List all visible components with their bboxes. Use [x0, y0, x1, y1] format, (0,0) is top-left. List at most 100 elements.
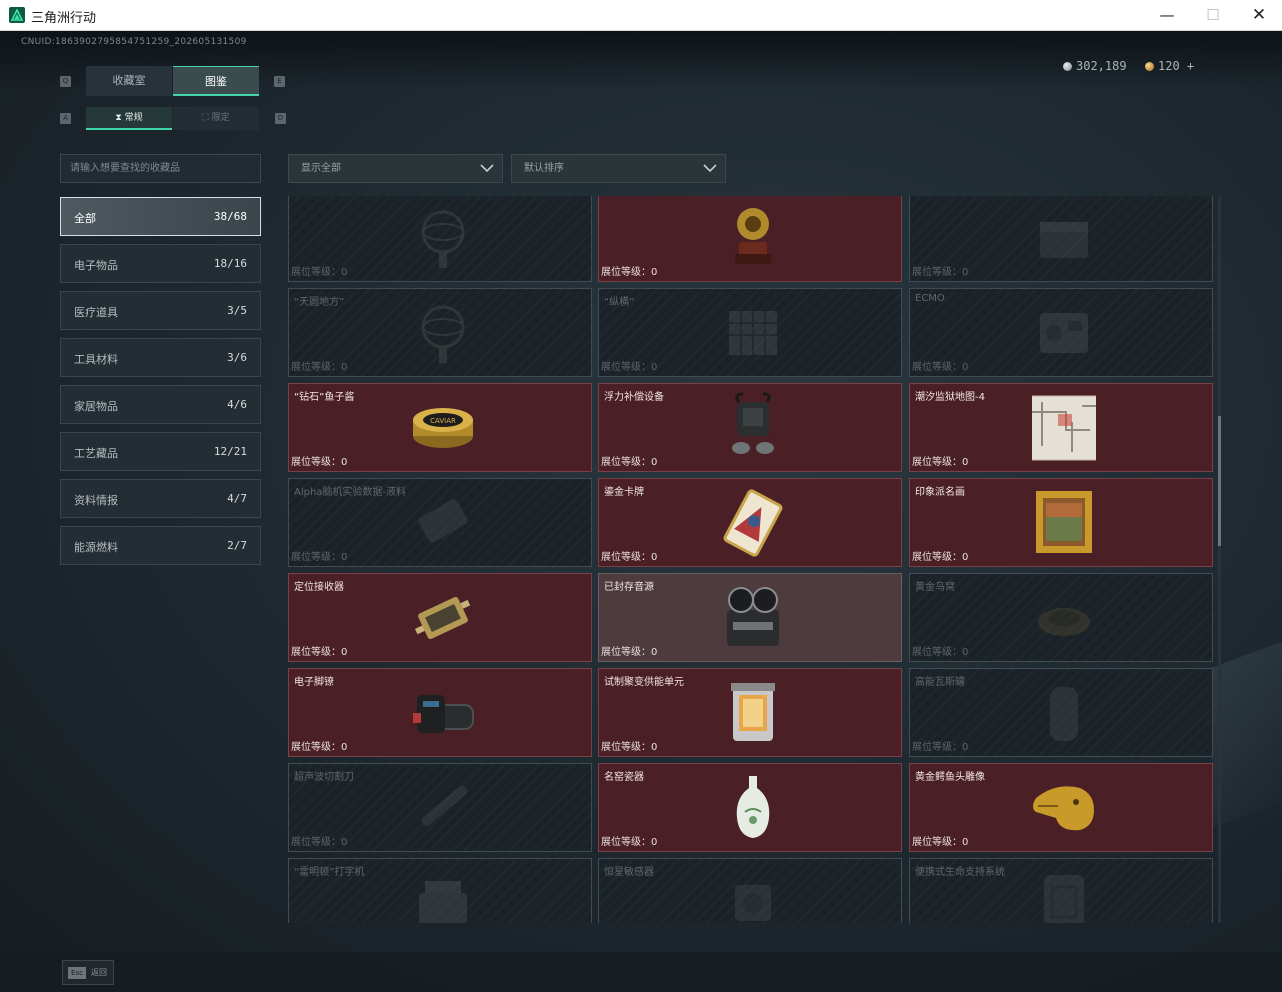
app-logo-icon: [9, 7, 25, 23]
collection-grid: 展位等级：0 展位等级：0 展位等级：0 “天圆地方” 展位等级：0 “纵横” 展位等级：0…: [288, 196, 1214, 923]
collection-card[interactable]: 恒星敏感器展位等级：0: [598, 858, 902, 923]
tab-atlas[interactable]: 图鉴: [173, 66, 259, 96]
back-button[interactable]: Esc 返回: [62, 960, 114, 985]
gold-currency[interactable]: 120 +: [1145, 59, 1194, 73]
collection-card[interactable]: “钻石”鱼子酱 CAVIAR 展位等级：0: [288, 383, 592, 472]
typewriter-icon: [419, 881, 467, 923]
collection-card[interactable]: “雷明顿”打字机展位等级：0: [288, 858, 592, 923]
window-title: 三角洲行动: [31, 11, 97, 26]
gramophone-icon: [735, 208, 771, 264]
card-name: 电子脚镣: [294, 677, 334, 688]
tab-collection-room[interactable]: 收藏室: [86, 66, 172, 96]
category-label: 工艺藏品: [74, 447, 118, 460]
tab-next-key[interactable]: E: [274, 76, 285, 87]
card-level: 展位等级：0: [291, 267, 348, 278]
subtab-limited[interactable]: ⛶ 限定: [173, 107, 259, 130]
card-level: 展位等级：0: [291, 552, 348, 563]
collection-card[interactable]: 鎏金卡牌 展位等级：0: [598, 478, 902, 567]
search-input[interactable]: 请输入想要查找的收藏品: [60, 154, 261, 183]
category-item[interactable]: 资料情报 4/7: [60, 479, 261, 518]
ankle-monitor-icon: [413, 695, 474, 733]
subtab-normal[interactable]: ⧗ 常规: [86, 107, 172, 130]
collection-card[interactable]: 超声波切割刀 展位等级：0: [288, 763, 592, 852]
collection-card[interactable]: ECMO 展位等级：0: [909, 288, 1213, 377]
tab-prev-key[interactable]: Q: [60, 76, 71, 87]
card-level: 展位等级：0: [601, 742, 658, 753]
category-item[interactable]: 电子物品 18/16: [60, 244, 261, 283]
category-count: 4/7: [227, 492, 247, 505]
collection-card[interactable]: Alpha脑机实验数据-液料 展位等级：0: [288, 478, 592, 567]
collection-card[interactable]: 展位等级：0: [288, 196, 592, 282]
collection-card[interactable]: 已封存音源 展位等级：0: [598, 573, 902, 662]
card-level: 展位等级：0: [912, 267, 969, 278]
scrollbar-track[interactable]: [1218, 196, 1221, 923]
category-label: 电子物品: [74, 259, 118, 272]
category-count: 4/6: [227, 398, 247, 411]
collection-card[interactable]: 定位接收器展位等级：0: [288, 573, 592, 662]
category-count: 18/16: [213, 257, 247, 270]
category-item[interactable]: 工具材料 3/6: [60, 338, 261, 377]
category-count: 12/21: [213, 445, 247, 458]
back-label: 返回: [91, 968, 107, 977]
category-item[interactable]: 工艺藏品 12/21: [60, 432, 261, 471]
card-name: “钻石”鱼子酱: [294, 392, 355, 403]
machine-icon: [1040, 313, 1088, 353]
reel-recorder-icon: [727, 587, 779, 646]
card-name: 定位接收器: [294, 582, 344, 593]
bottom-bar: [0, 952, 1282, 992]
card-level: 展位等级：0: [291, 837, 348, 848]
card-level: 展位等级：0: [912, 837, 969, 848]
game-viewport: CNUID:1863902795854751259_202605131509 3…: [0, 31, 1282, 992]
collection-card[interactable]: 试制聚变供能单元 展位等级：0: [598, 668, 902, 757]
card-name: 试制聚变供能单元: [604, 677, 684, 688]
category-item[interactable]: 医疗道具 3/5: [60, 291, 261, 330]
maximize-button[interactable]: ☐: [1190, 0, 1236, 31]
diving-gear-icon: [732, 392, 774, 454]
category-item[interactable]: 全部 38/68: [60, 197, 261, 236]
scrollbar-thumb[interactable]: [1218, 416, 1221, 546]
collection-card[interactable]: 高能瓦斯罐 展位等级：0: [909, 668, 1213, 757]
filter-show-dropdown[interactable]: 显示全部: [288, 154, 503, 183]
card-name: 高能瓦斯罐: [915, 677, 965, 688]
gas-tank-icon: [1050, 687, 1078, 741]
gold-amount[interactable]: 120 +: [1158, 59, 1194, 73]
gold-coin-icon: [1145, 62, 1154, 71]
card-name: 浮力补偿设备: [604, 392, 664, 403]
collection-card[interactable]: “纵横” 展位等级：0: [598, 288, 902, 377]
category-label: 能源燃料: [74, 541, 118, 554]
card-level: 展位等级：0: [912, 457, 969, 468]
card-level: 展位等级：0: [601, 647, 658, 658]
category-item[interactable]: 家居物品 4/6: [60, 385, 261, 424]
filter-show-value: 显示全部: [301, 163, 341, 174]
collection-card[interactable]: 展位等级：0: [909, 196, 1213, 282]
chest-icon: [1040, 222, 1088, 258]
card-level: 展位等级：0: [291, 647, 348, 658]
collection-card[interactable]: 浮力补偿设备 展位等级：0: [598, 383, 902, 472]
collection-card[interactable]: 便携式生命支持系统展位等级：0: [909, 858, 1213, 923]
porcelain-vase-icon: [736, 776, 770, 838]
category-item[interactable]: 能源燃料 2/7: [60, 526, 261, 565]
card-level: 展位等级：0: [291, 742, 348, 753]
subtab-limited-label: 限定: [211, 113, 230, 123]
window-titlebar: 三角洲行动 — ☐ ✕: [0, 0, 1282, 31]
collection-card[interactable]: 名窑瓷器 展位等级：0: [598, 763, 902, 852]
category-label: 资料情报: [74, 494, 118, 507]
sort-dropdown[interactable]: 默认排序: [511, 154, 726, 183]
minimize-button[interactable]: —: [1144, 0, 1190, 31]
collection-card[interactable]: 电子脚镣展位等级：0: [288, 668, 592, 757]
collection-card[interactable]: 黄金鸟窝 展位等级：0: [909, 573, 1213, 662]
sort-value: 默认排序: [524, 163, 564, 174]
silver-amount: 302,189: [1076, 59, 1127, 73]
hourglass-icon: ⧗: [115, 113, 125, 123]
collection-card[interactable]: 黄金鳄鱼头雕像 展位等级：0: [909, 763, 1213, 852]
nest-icon: [1038, 608, 1090, 636]
close-button[interactable]: ✕: [1236, 0, 1282, 31]
subtab-prev-key[interactable]: A: [60, 113, 71, 124]
collection-card[interactable]: 印象派名画 展位等级：0: [909, 478, 1213, 567]
collection-card[interactable]: 展位等级：0: [598, 196, 902, 282]
framed-painting-icon: [1036, 491, 1092, 553]
svg-text:CAVIAR: CAVIAR: [430, 417, 456, 425]
subtab-next-key[interactable]: D: [275, 113, 286, 124]
collection-card[interactable]: 潮汐监狱地图-4 展位等级：0: [909, 383, 1213, 472]
collection-card[interactable]: “天圆地方” 展位等级：0: [288, 288, 592, 377]
